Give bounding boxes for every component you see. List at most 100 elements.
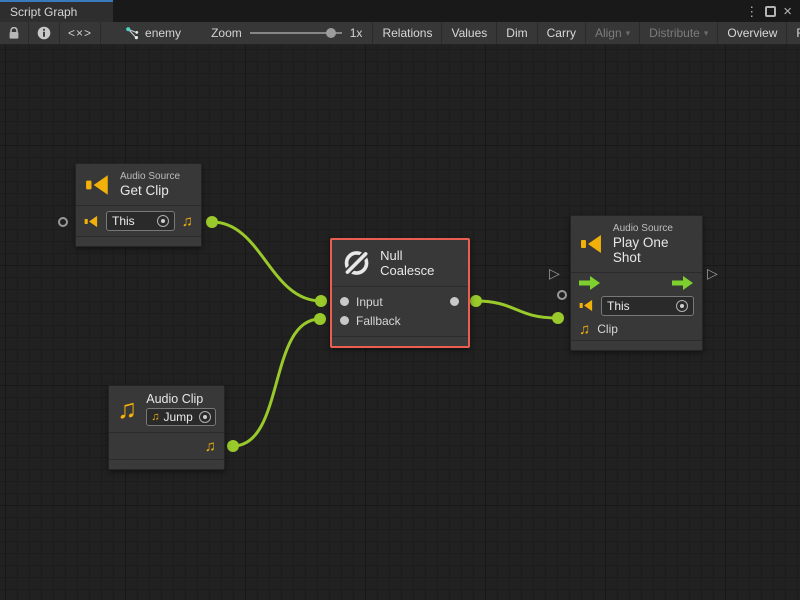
node-category: Audio Source xyxy=(613,223,693,234)
null-coalesce-icon xyxy=(342,248,371,278)
output-port-row: ♫ xyxy=(109,433,224,459)
node-null-coalesce[interactable]: Null Coalesce Input Fallback xyxy=(330,238,470,348)
field-value: This xyxy=(112,214,153,228)
object-picker-icon[interactable] xyxy=(157,215,169,227)
node-header: Null Coalesce xyxy=(332,240,468,287)
flow-in-arrow-icon[interactable] xyxy=(579,276,601,290)
flow-port-row xyxy=(571,273,702,293)
this-port-row: This ♫ xyxy=(76,206,201,236)
graph-toolbar: <×> enemy Zoom 1x Relations Values xyxy=(0,22,800,45)
node-play-one-shot[interactable]: Audio Source Play One Shot This xyxy=(570,215,703,351)
field-value: Jump xyxy=(164,410,196,424)
flow-output-port[interactable]: ▷ xyxy=(707,266,718,280)
node-get-clip[interactable]: Audio Source Get Clip This ♫ xyxy=(75,163,202,247)
connection-endpoint[interactable] xyxy=(315,295,327,307)
values-button[interactable]: Values xyxy=(441,22,496,44)
unity-visual-scripting-window: Script Graph ⋮ × <×> xyxy=(0,0,800,600)
graph-name: enemy xyxy=(145,26,181,40)
connection-wire[interactable] xyxy=(212,222,321,301)
audio-source-icon xyxy=(580,231,604,257)
flow-out-arrow-icon[interactable] xyxy=(672,276,694,290)
connection-endpoint[interactable] xyxy=(470,295,482,307)
audio-source-icon xyxy=(84,214,99,229)
node-title: Get Clip xyxy=(120,183,180,198)
node-audio-clip[interactable]: ♫ Audio Clip ♫ Jump ♫ xyxy=(108,385,225,470)
flow-input-port[interactable]: ▷ xyxy=(549,266,560,280)
lock-icon xyxy=(8,27,20,40)
info-button[interactable] xyxy=(29,22,60,44)
value-input-port[interactable] xyxy=(58,217,68,227)
connection-endpoint[interactable] xyxy=(206,216,218,228)
button-label: Distribute xyxy=(649,26,700,40)
lock-button[interactable] xyxy=(0,22,29,44)
audio-source-icon xyxy=(85,172,111,198)
fallback-port-row: Fallback xyxy=(332,311,468,330)
overview-button[interactable]: Overview xyxy=(717,22,786,44)
toolbar-buttons: Relations Values Dim Carry Align ▾ Distr… xyxy=(372,22,800,44)
relations-button[interactable]: Relations xyxy=(372,22,441,44)
field-value: This xyxy=(607,299,672,313)
zoom-value: 1x xyxy=(350,26,363,40)
port-label: Fallback xyxy=(356,314,401,328)
button-label: Values xyxy=(451,26,487,40)
audio-clip-output-icon: ♫ xyxy=(205,439,216,454)
this-object-field[interactable]: This xyxy=(106,211,175,231)
button-label: Overview xyxy=(727,26,777,40)
button-label: Carry xyxy=(547,26,576,40)
this-object-field[interactable]: This xyxy=(601,296,694,316)
node-title: Audio Clip xyxy=(146,392,216,406)
button-label: Align xyxy=(595,26,622,40)
chevron-down-icon: ▾ xyxy=(704,28,709,39)
title-bar: Script Graph ⋮ × xyxy=(0,0,800,22)
distribute-dropdown[interactable]: Distribute ▾ xyxy=(639,22,717,44)
align-dropdown[interactable]: Align ▾ xyxy=(585,22,639,44)
button-label: Relations xyxy=(382,26,432,40)
chevron-down-icon: ▾ xyxy=(626,28,631,39)
connection-endpoint[interactable] xyxy=(552,312,564,324)
audio-clip-input-icon: ♫ xyxy=(579,322,590,337)
full-screen-button[interactable]: Full Screen xyxy=(786,22,800,44)
graph-canvas[interactable]: Audio Source Get Clip This ♫ xyxy=(0,45,800,600)
zoom-slider[interactable] xyxy=(250,26,342,40)
node-footer xyxy=(76,236,201,246)
maximize-icon[interactable] xyxy=(765,6,776,17)
audio-clip-icon: ♫ xyxy=(151,412,159,423)
fallback-port[interactable] xyxy=(340,316,349,325)
tab-script-graph[interactable]: Script Graph xyxy=(0,0,113,22)
clip-object-field[interactable]: ♫ Jump xyxy=(146,408,216,426)
node-category: Audio Source xyxy=(120,171,180,182)
object-picker-icon[interactable] xyxy=(676,300,688,312)
port-label: Input xyxy=(356,295,383,309)
close-icon[interactable]: × xyxy=(783,4,792,19)
port-label: Clip xyxy=(597,322,618,336)
connection-wire[interactable] xyxy=(233,319,320,446)
info-icon xyxy=(37,26,51,40)
node-header: ♫ Audio Clip ♫ Jump xyxy=(109,386,224,433)
zoom-slider-knob[interactable] xyxy=(326,28,336,38)
dim-button[interactable]: Dim xyxy=(496,22,536,44)
audio-clip-output-icon: ♫ xyxy=(182,214,193,229)
object-picker-icon[interactable] xyxy=(199,411,211,423)
graph-icon xyxy=(125,26,140,41)
button-label: Dim xyxy=(506,26,527,40)
value-input-port[interactable] xyxy=(557,290,567,300)
node-footer xyxy=(571,340,702,350)
node-footer xyxy=(332,336,468,346)
result-output-port[interactable] xyxy=(450,297,459,306)
code-preview-toggle[interactable]: <×> xyxy=(60,22,101,44)
connection-endpoint[interactable] xyxy=(314,313,326,325)
window-menu-icon[interactable]: ⋮ xyxy=(745,5,758,18)
audio-clip-icon: ♫ xyxy=(117,396,137,423)
carry-button[interactable]: Carry xyxy=(537,22,585,44)
connection-endpoint[interactable] xyxy=(227,440,239,452)
input-port[interactable] xyxy=(340,297,349,306)
graph-reference[interactable]: enemy xyxy=(115,22,191,44)
tab-title: Script Graph xyxy=(10,5,77,19)
window-controls: ⋮ × xyxy=(745,0,800,22)
node-footer xyxy=(109,459,224,469)
zoom-control: Zoom 1x xyxy=(211,22,372,44)
node-title: Play One Shot xyxy=(613,235,693,265)
clip-port-row: ♫ Clip xyxy=(571,318,702,340)
connection-wire[interactable] xyxy=(476,301,557,318)
node-header: Audio Source Get Clip xyxy=(76,164,201,206)
